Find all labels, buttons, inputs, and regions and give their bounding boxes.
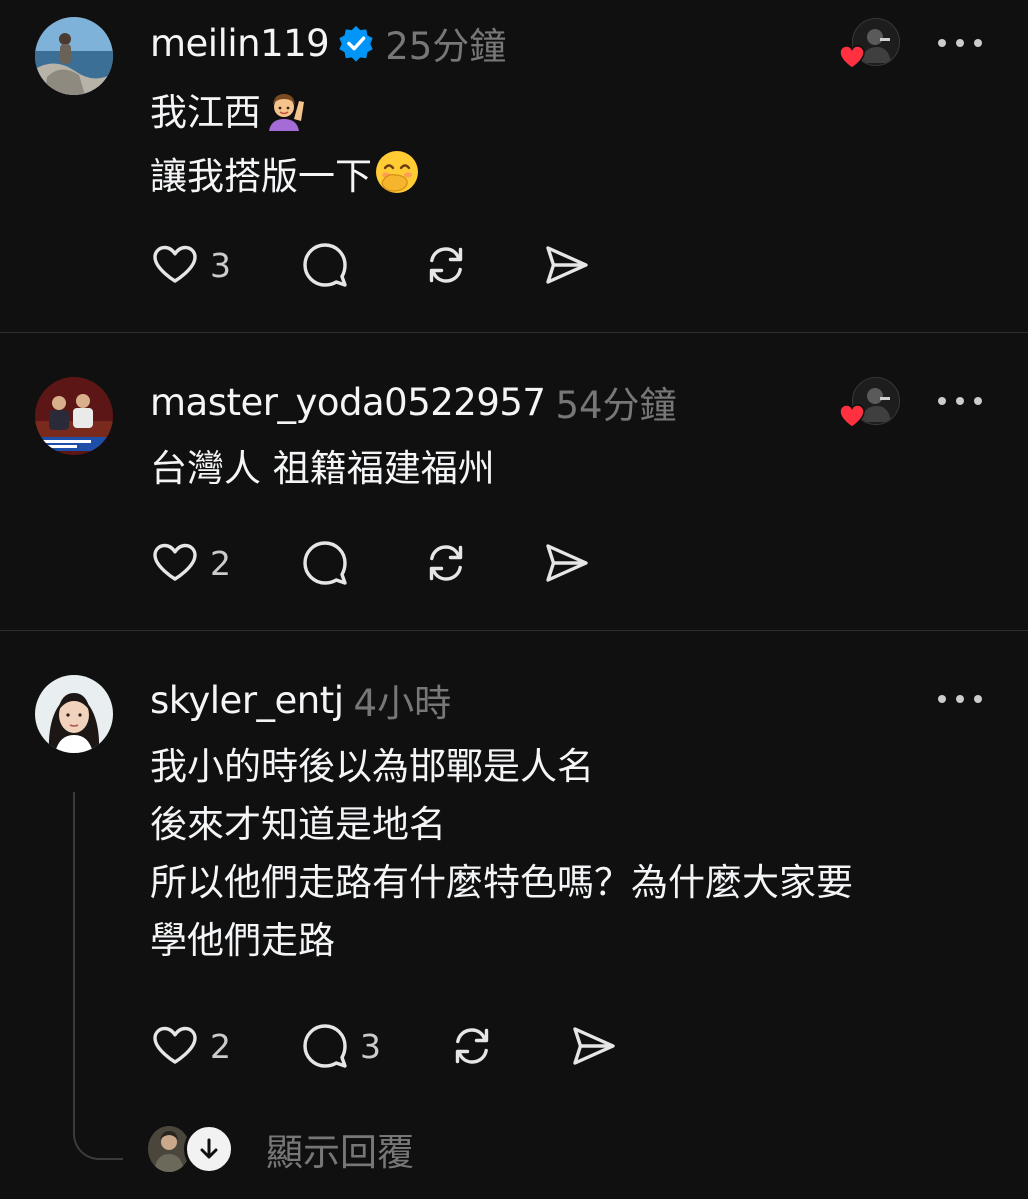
like-count: 2 xyxy=(210,543,231,583)
share-button[interactable] xyxy=(541,240,591,290)
post-body: 我江西 讓我搭版一下 xyxy=(150,84,420,212)
more-options-icon[interactable] xyxy=(938,386,982,416)
avatar[interactable] xyxy=(35,377,113,455)
like-count: 3 xyxy=(210,245,231,285)
heart-filled-icon xyxy=(839,404,865,428)
post-line: 讓我搭版一下 xyxy=(150,148,420,212)
arrow-down-icon[interactable] xyxy=(184,1124,234,1174)
avatar[interactable] xyxy=(35,17,113,95)
face-with-hand-over-mouth-icon xyxy=(374,149,420,212)
thread-connector-line xyxy=(73,792,123,1160)
post-actions: 3 xyxy=(150,240,591,290)
liked-by-author-indicator xyxy=(838,377,900,429)
like-button[interactable]: 2 xyxy=(150,538,231,588)
post-divider xyxy=(0,630,1028,631)
share-icon xyxy=(573,1027,615,1065)
heart-icon xyxy=(153,245,197,283)
repost-icon xyxy=(429,247,463,283)
show-replies-row[interactable]: 顯示回覆 xyxy=(148,1122,414,1176)
post-line: 後來才知道是地名 xyxy=(150,803,446,846)
share-button[interactable] xyxy=(568,1021,618,1071)
liked-by-author-indicator xyxy=(838,18,900,70)
share-icon xyxy=(546,246,588,284)
post-divider xyxy=(0,332,1028,333)
avatar[interactable] xyxy=(35,675,113,753)
repost-icon xyxy=(455,1028,489,1064)
post-time: 4小時 xyxy=(353,682,452,725)
show-replies-label[interactable]: 顯示回覆 xyxy=(266,1122,414,1176)
share-button[interactable] xyxy=(541,538,591,588)
heart-filled-icon xyxy=(839,45,865,69)
post-line: 學他們走路 xyxy=(150,919,335,962)
comment-button[interactable] xyxy=(300,538,350,588)
post-time: 54分鐘 xyxy=(555,384,677,427)
username[interactable]: master_yoda0522957 xyxy=(150,381,546,424)
woman-raising-hand-icon xyxy=(263,89,305,148)
more-options-icon[interactable] xyxy=(938,684,982,714)
post-body: 我小的時後以為邯鄲是人名 後來才知道是地名 所以他們走路有什麼特色嗎？為什麼大家… xyxy=(150,738,853,970)
post-header: meilin119 25分鐘 xyxy=(150,18,507,69)
heart-icon xyxy=(153,1026,197,1064)
post-line: 我江西 xyxy=(150,84,420,148)
like-button[interactable]: 3 xyxy=(150,240,231,290)
share-icon xyxy=(546,544,588,582)
post-line: 我小的時後以為邯鄲是人名 xyxy=(150,745,594,788)
username[interactable]: meilin119 xyxy=(150,22,330,65)
post-line: 台灣人 祖籍福建福州 xyxy=(150,447,495,490)
like-button[interactable]: 2 xyxy=(150,1021,231,1071)
repost-button[interactable] xyxy=(421,240,471,290)
comment-icon xyxy=(303,243,347,287)
heart-icon xyxy=(153,543,197,581)
comment-icon xyxy=(303,1024,347,1068)
post-actions: 2 3 xyxy=(150,1021,618,1071)
like-count: 2 xyxy=(210,1026,231,1066)
reply-count: 3 xyxy=(360,1026,381,1066)
post-header: skyler_entj 4小時 xyxy=(150,675,452,726)
post-body: 台灣人 祖籍福建福州 xyxy=(150,440,495,498)
post-header: master_yoda0522957 54分鐘 xyxy=(150,377,677,428)
repost-button[interactable] xyxy=(447,1021,497,1071)
repost-icon xyxy=(429,545,463,581)
post-line: 所以他們走路有什麼特色嗎？為什麼大家要 xyxy=(150,861,853,904)
comment-button[interactable]: 3 xyxy=(300,1021,381,1071)
verified-badge-icon xyxy=(337,24,375,62)
comment-button[interactable] xyxy=(300,240,350,290)
post-time: 25分鐘 xyxy=(385,25,507,68)
more-options-icon[interactable] xyxy=(938,28,982,58)
post-actions: 2 xyxy=(150,538,591,588)
username[interactable]: skyler_entj xyxy=(150,679,344,722)
comment-icon xyxy=(303,541,347,585)
repost-button[interactable] xyxy=(421,538,471,588)
